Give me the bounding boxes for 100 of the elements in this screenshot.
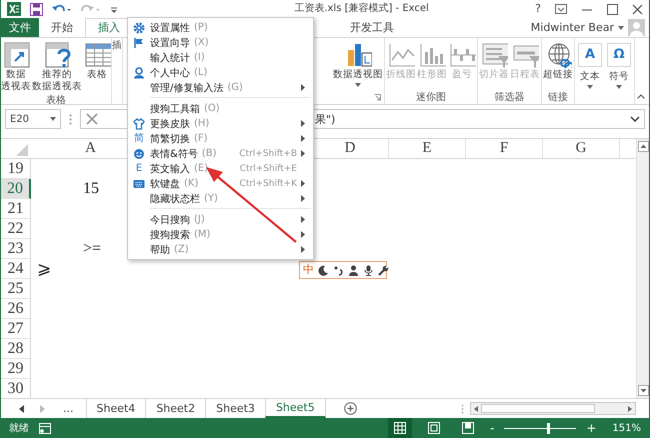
ribbon-button[interactable]: 表格 bbox=[83, 40, 111, 93]
dropdown-caret-icon[interactable] bbox=[618, 26, 624, 30]
menu-item-label: 帮助 bbox=[150, 244, 170, 256]
row-header[interactable]: 20 bbox=[1, 179, 31, 199]
access-key: (Z) bbox=[174, 244, 189, 255]
dialog-launcher-icon[interactable] bbox=[374, 94, 381, 101]
column-header[interactable]: G bbox=[543, 139, 620, 158]
ribbon-button[interactable]: 插 bbox=[112, 40, 122, 89]
zoom-slider-thumb[interactable] bbox=[546, 422, 550, 434]
microphone-icon[interactable] bbox=[363, 264, 374, 276]
menu-item[interactable]: 软键盘 (K) Ctrl+Shift+K bbox=[128, 176, 313, 191]
cell-text: >= bbox=[83, 240, 102, 258]
shortcut-text: Ctrl+Shift+E bbox=[240, 164, 297, 174]
expand-chevron-icon[interactable] bbox=[630, 116, 640, 122]
keyboard-icon bbox=[133, 178, 145, 190]
row-header[interactable]: 26 bbox=[1, 299, 31, 319]
row-header[interactable]: 30 bbox=[1, 379, 31, 399]
zoom-level[interactable]: 151% bbox=[612, 422, 641, 434]
row-header[interactable]: 27 bbox=[1, 319, 31, 339]
glyph-icon: E bbox=[136, 162, 142, 174]
menu-item-label: 设置属性 bbox=[150, 22, 190, 34]
scroll-up-icon[interactable] bbox=[638, 141, 648, 152]
row-header[interactable]: 28 bbox=[1, 339, 31, 359]
access-key: (P) bbox=[194, 22, 208, 33]
cell-text: 15 bbox=[83, 180, 99, 198]
menu-item[interactable]: 设置向导 (X) bbox=[128, 35, 313, 50]
submenu-arrow-icon bbox=[301, 246, 305, 253]
submenu-arrow-icon bbox=[301, 216, 305, 223]
ribbon-button[interactable]: 数据 透视表 bbox=[1, 40, 31, 93]
close-icon[interactable] bbox=[632, 4, 643, 14]
ribbon-button[interactable]: Ω 符号 bbox=[605, 40, 633, 89]
macro-record-icon[interactable] bbox=[39, 422, 51, 434]
group-label: 链接 bbox=[548, 90, 568, 104]
page-break-preview-icon bbox=[462, 422, 474, 434]
shirt-icon bbox=[133, 118, 145, 130]
vertical-scrollbar[interactable] bbox=[636, 139, 649, 398]
punctuation-icon[interactable] bbox=[333, 264, 344, 276]
row-header[interactable]: 22 bbox=[1, 219, 31, 239]
ribbon-button[interactable]: 推荐的 数据透视表 bbox=[32, 40, 82, 93]
formula-text: 果") bbox=[315, 112, 336, 126]
row-header[interactable]: 24 bbox=[1, 259, 31, 279]
shortcut-text: Ctrl+Shift+B bbox=[239, 148, 297, 158]
ribbon-tab[interactable]: 开始 bbox=[39, 18, 85, 37]
row-header[interactable]: 29 bbox=[1, 359, 31, 379]
menu-item[interactable]: 搜狗搜索 (M) bbox=[128, 227, 313, 242]
flag-icon bbox=[133, 36, 145, 48]
input-mode-button[interactable]: 中 bbox=[303, 264, 314, 276]
file-tab[interactable]: 文件 bbox=[1, 18, 39, 37]
submenu-arrow-icon bbox=[301, 150, 305, 157]
maximize-icon[interactable] bbox=[607, 4, 618, 14]
access-key: (J) bbox=[194, 214, 205, 225]
scroll-down-icon[interactable] bbox=[638, 385, 648, 396]
account-name-button[interactable]: Midwinter Bear bbox=[530, 21, 614, 34]
row-header[interactable]: 23 bbox=[1, 239, 31, 259]
row-header[interactable]: 25 bbox=[1, 279, 31, 299]
access-key: (X) bbox=[194, 37, 209, 48]
menu-item[interactable]: 输入统计 (I) bbox=[128, 50, 313, 65]
column-header[interactable]: E bbox=[389, 139, 466, 158]
menu-item[interactable]: 管理/修复输入法 (G) bbox=[128, 80, 313, 95]
menu-item[interactable]: 帮助 (Z) bbox=[128, 242, 313, 257]
ribbon-button[interactable]: 超链接 bbox=[543, 40, 573, 89]
name-box[interactable]: E20 bbox=[5, 109, 61, 129]
sheet-tab[interactable]: Sheet5 bbox=[264, 399, 326, 418]
access-key: (G) bbox=[227, 82, 243, 93]
wrench-icon[interactable] bbox=[378, 264, 389, 276]
submenu-arrow-icon bbox=[301, 195, 305, 202]
add-sheet-icon[interactable] bbox=[344, 402, 357, 415]
normal-view-icon bbox=[394, 422, 406, 434]
menu-item-label: 简繁切换 bbox=[150, 132, 190, 146]
save-icon[interactable] bbox=[30, 2, 43, 16]
cancel-icon[interactable] bbox=[85, 112, 99, 126]
collapse-ribbon-icon[interactable] bbox=[637, 94, 645, 99]
person-icon bbox=[133, 66, 145, 78]
menu-item[interactable]: 个人中心 (L) bbox=[128, 65, 313, 80]
person-icon[interactable] bbox=[348, 264, 359, 276]
dropdown-caret-icon bbox=[50, 117, 56, 121]
menu-item[interactable]: 更换皮肤 (H) bbox=[128, 116, 313, 131]
menu-item-label: 搜狗搜索 bbox=[150, 228, 190, 242]
menu-item[interactable]: 隐藏状态栏 (Y) bbox=[128, 191, 313, 206]
zoom-out-button[interactable]: - bbox=[490, 421, 494, 435]
name-box-value: E20 bbox=[10, 114, 30, 124]
ribbon-button[interactable]: 数据透视图 bbox=[333, 40, 383, 89]
zoom-in-button[interactable]: + bbox=[586, 421, 596, 435]
splitter-dots-icon[interactable] bbox=[460, 404, 464, 414]
excel-logo-icon[interactable] bbox=[7, 2, 21, 16]
submenu-arrow-icon bbox=[301, 135, 305, 142]
moon-icon[interactable] bbox=[318, 264, 329, 276]
row-header[interactable]: 21 bbox=[1, 199, 31, 219]
ribbon-tab[interactable]: 开发工具 bbox=[338, 18, 406, 36]
ribbon-display-options-icon[interactable] bbox=[555, 4, 567, 14]
view-button[interactable] bbox=[388, 418, 412, 438]
menu-item[interactable]: E 英文输入 (E) Ctrl+Shift+E bbox=[128, 161, 313, 176]
submenu-arrow-icon bbox=[301, 180, 305, 187]
help-button[interactable]: ? bbox=[535, 3, 541, 15]
previous-sheet-icon[interactable] bbox=[19, 404, 25, 412]
menu-item[interactable]: 今日搜狗 (J) bbox=[128, 212, 313, 227]
more-sheets-button[interactable]: ... bbox=[59, 402, 78, 415]
ribbon-button[interactable]: A 文本 bbox=[576, 40, 604, 89]
column-header[interactable]: F bbox=[466, 139, 543, 158]
horizontal-scrollbar[interactable] bbox=[470, 402, 636, 415]
